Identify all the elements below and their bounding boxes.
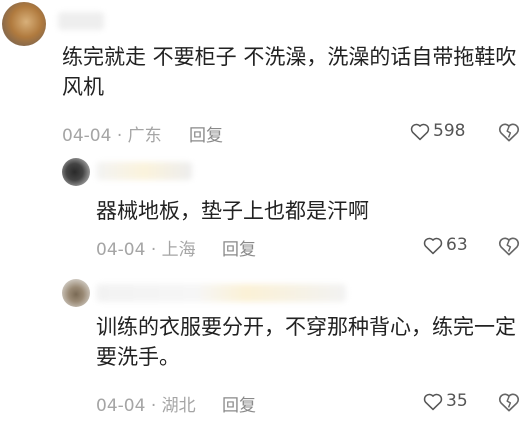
- comment-date: 04-04: [96, 396, 146, 416]
- comment-date: 04-04: [62, 126, 112, 146]
- comment-text: 训练的衣服要分开，不穿那种背心，练完一定要洗手。: [96, 315, 516, 369]
- comment-text: 器械地板，垫子上也都是汗啊: [96, 199, 369, 223]
- comment-meta: 04-04 · 上海: [96, 235, 196, 260]
- like-count: 63: [446, 235, 468, 255]
- like-button[interactable]: 35: [423, 391, 468, 411]
- comment-location: 湖北: [161, 396, 196, 416]
- comment-meta: 04-04 · 湖北: [96, 391, 196, 416]
- dislike-button[interactable]: [498, 392, 520, 412]
- meta-separator: ·: [116, 126, 123, 146]
- dislike-button[interactable]: [498, 236, 520, 256]
- avatar[interactable]: [62, 158, 90, 186]
- like-count: 598: [433, 121, 466, 141]
- comment-date: 04-04: [96, 240, 146, 260]
- dislike-button[interactable]: [498, 122, 520, 142]
- reply-button[interactable]: 回复: [222, 391, 256, 416]
- comment-meta: 04-04 · 广东: [62, 121, 162, 146]
- broken-heart-icon: [498, 392, 520, 412]
- broken-heart-icon: [498, 236, 520, 256]
- heart-outline-icon: [410, 122, 430, 141]
- broken-heart-icon: [498, 122, 520, 142]
- like-button[interactable]: 598: [410, 121, 465, 141]
- username-blurred[interactable]: [58, 12, 104, 30]
- reply-button[interactable]: 回复: [222, 235, 256, 260]
- meta-separator: ·: [150, 240, 157, 260]
- comment-location: 广东: [127, 126, 162, 146]
- like-count: 35: [446, 391, 468, 411]
- heart-outline-icon: [423, 236, 443, 255]
- avatar[interactable]: [2, 2, 46, 46]
- reply-button[interactable]: 回复: [189, 121, 223, 146]
- like-button[interactable]: 63: [423, 235, 468, 255]
- comment-location: 上海: [161, 240, 196, 260]
- comment-text: 练完就走 不要柜子 不洗澡，洗澡的话自带拖鞋吹风机: [62, 45, 517, 99]
- avatar[interactable]: [62, 279, 90, 307]
- username-blurred[interactable]: [96, 284, 346, 302]
- username-blurred[interactable]: [96, 162, 192, 180]
- heart-outline-icon: [423, 392, 443, 411]
- meta-separator: ·: [150, 396, 157, 416]
